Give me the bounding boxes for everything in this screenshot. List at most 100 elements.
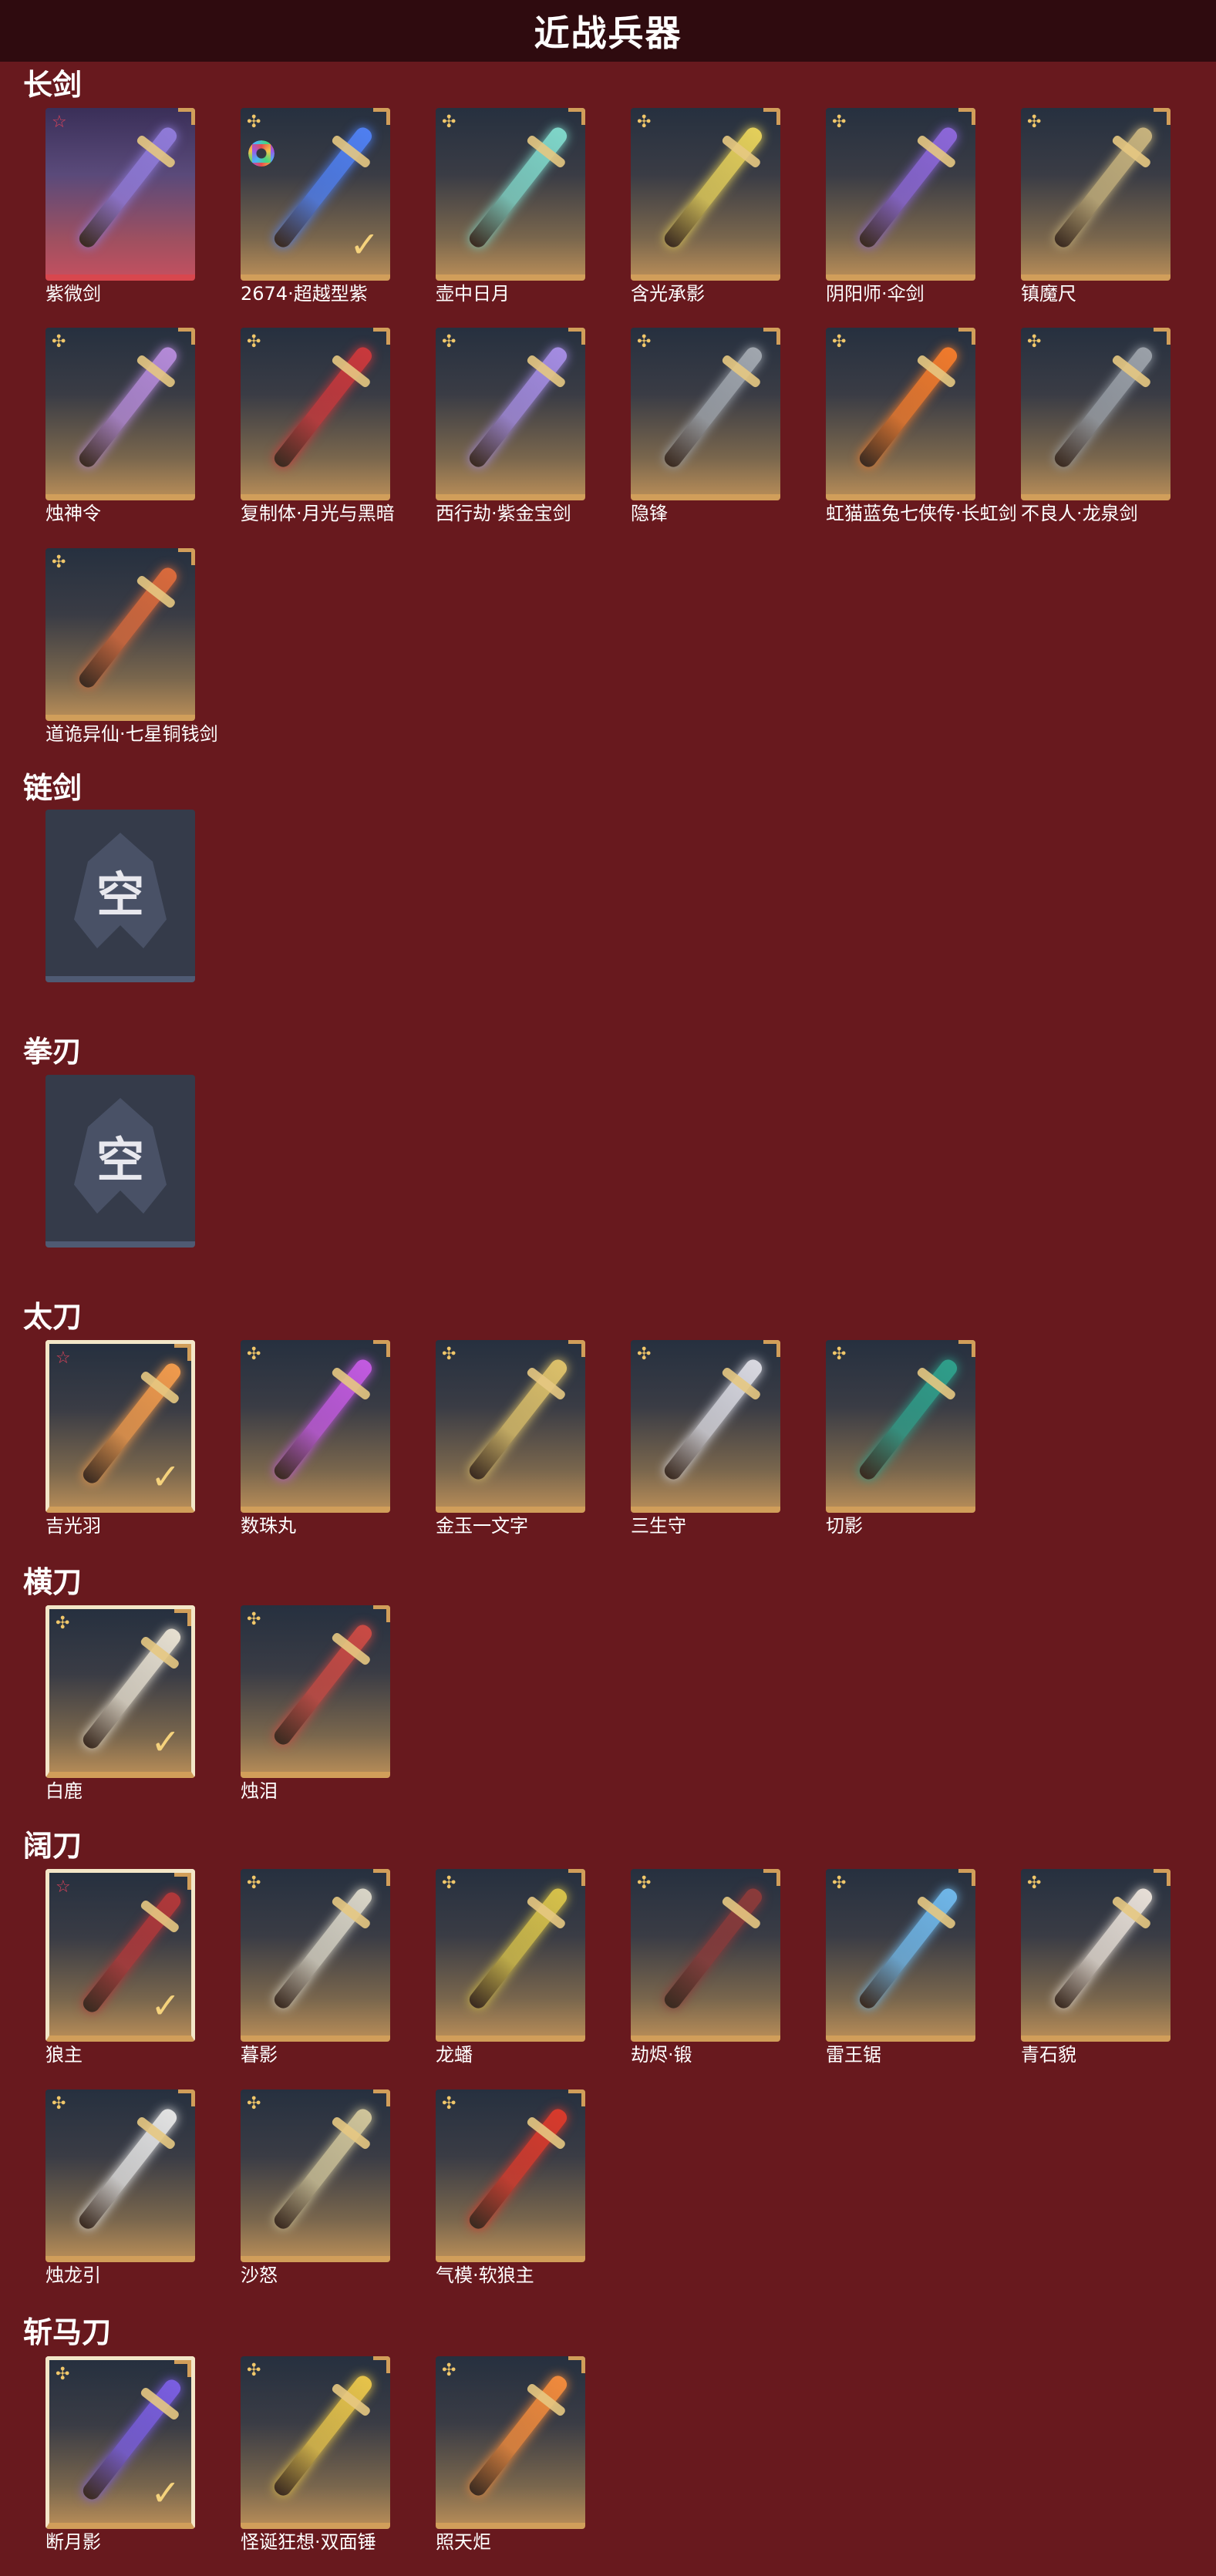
weapon-card[interactable]: ✣ 三生守 (631, 1340, 780, 1537)
weapon-card[interactable]: ✣ ✓ 2674·超越型紫 (241, 108, 390, 305)
petal-badge-icon: ✣ (247, 1345, 261, 1364)
weapon-name: 白鹿 (45, 1780, 83, 1802)
corner-bracket-icon (178, 328, 195, 345)
weapon-name: 沙怒 (241, 2265, 278, 2286)
weapon-card[interactable]: ✣ 虹猫蓝兔七侠传·长虹剑 (826, 328, 1017, 524)
weapon-icon (661, 344, 766, 470)
weapon-name: 紫微剑 (45, 283, 101, 305)
weapon-icon (76, 124, 180, 251)
weapon-thumbnail: 空 (45, 810, 195, 982)
weapon-icon (661, 1356, 766, 1483)
weapon-name: 2674·超越型紫 (241, 283, 368, 305)
weapon-icon (661, 1885, 766, 2012)
petal-badge-icon: ✣ (832, 113, 847, 132)
equipped-check-icon: ✓ (349, 224, 379, 265)
weapon-card[interactable]: ✣ 怪诞狂想·双面锤 (241, 2356, 390, 2553)
corner-bracket-icon (174, 2360, 191, 2377)
petal-badge-icon: ✣ (442, 2094, 456, 2113)
corner-bracket-icon (763, 1340, 780, 1357)
weapon-icon (76, 2106, 180, 2232)
weapon-card[interactable]: ✣ 雷王锯 (826, 1869, 975, 2066)
weapon-card[interactable]: ✣ 气模·软狼主 (436, 2089, 585, 2286)
weapon-thumbnail: ✣ (1021, 328, 1171, 500)
weapon-thumbnail: ✣ (241, 2089, 390, 2262)
weapon-name: 吉光羽 (45, 1515, 101, 1537)
weapon-card[interactable]: ✣ 数珠丸 (241, 1340, 390, 1537)
corner-bracket-icon (568, 2089, 585, 2106)
weapon-name: 雷王锯 (826, 2044, 881, 2066)
empty-slot[interactable]: 空 (45, 1075, 195, 1248)
petal-badge-icon: ✣ (1027, 1874, 1042, 1893)
weapon-card[interactable]: ✣ 沙怒 (241, 2089, 390, 2286)
weapon-name: 含光承影 (631, 283, 705, 305)
weapon-card[interactable]: ✣ 照天炬 (436, 2356, 585, 2553)
corner-bracket-icon (1154, 328, 1171, 345)
weapon-thumbnail: ✣ (631, 328, 780, 500)
weapon-thumbnail: ✣ (436, 108, 585, 281)
weapon-thumbnail: ✣ (631, 108, 780, 281)
weapon-card[interactable]: ✣ 镇魔尺 (1021, 108, 1171, 305)
corner-bracket-icon (763, 108, 780, 125)
weapon-card[interactable]: ✣ 烛龙引 (45, 2089, 195, 2286)
weapon-thumbnail: ✣ (241, 328, 390, 500)
weapon-name: 不良人·龙泉剑 (1021, 503, 1138, 524)
weapon-name: 烛泪 (241, 1780, 278, 1802)
weapon-thumbnail: ✣ (241, 2356, 390, 2529)
petal-badge-icon: ✣ (247, 1610, 261, 1629)
weapon-card[interactable]: ✣ ✓ 白鹿 (45, 1605, 195, 1802)
weapon-card[interactable]: ✣ 复制体·月光与黑暗 (241, 328, 395, 524)
weapon-card[interactable]: ✣ 龙蟠 (436, 1869, 585, 2066)
weapon-card[interactable]: ✣ 不良人·龙泉剑 (1021, 328, 1171, 524)
empty-label: 空 (96, 867, 144, 923)
corner-bracket-icon (958, 108, 975, 125)
weapon-card[interactable]: ✣ 切影 (826, 1340, 975, 1537)
weapon-card[interactable]: ✣ 烛泪 (241, 1605, 390, 1802)
petal-badge-icon: ✣ (637, 113, 652, 132)
weapon-thumbnail: ✣ (631, 1869, 780, 2042)
weapon-card[interactable]: ☆ ✓ 吉光羽 (45, 1340, 195, 1537)
weapon-thumbnail: ✣ (1021, 1869, 1171, 2042)
page-title: 近战兵器 (534, 12, 682, 54)
corner-bracket-icon (174, 1609, 191, 1626)
weapon-card[interactable]: ✣ 壶中日月 (436, 108, 585, 305)
weapon-name: 怪诞狂想·双面锤 (241, 2531, 376, 2553)
weapon-card[interactable]: ✣ 含光承影 (631, 108, 780, 305)
weapon-icon (856, 1356, 961, 1483)
section-title: 斩马刀 (23, 2315, 112, 2349)
weapon-card[interactable]: ✣ 烛神令 (45, 328, 195, 524)
section-title: 链剑 (23, 771, 83, 805)
petal-badge-icon: ✣ (442, 2361, 456, 2380)
weapon-icon (466, 124, 571, 251)
weapon-card[interactable]: ✣ 西行劫·紫金宝剑 (436, 328, 585, 524)
weapon-name: 阴阳师·伞剑 (826, 283, 925, 305)
weapon-icon (1051, 1885, 1156, 2012)
corner-bracket-icon (373, 1869, 390, 1886)
weapon-card[interactable]: ✣ ✓ 断月影 (45, 2356, 195, 2553)
corner-bracket-icon (568, 1340, 585, 1357)
weapon-card[interactable]: ✣ 青石貌 (1021, 1869, 1171, 2066)
weapon-name: 狼主 (45, 2044, 83, 2066)
petal-badge-icon: ✣ (1027, 113, 1042, 132)
weapon-card[interactable]: ☆ 紫微剑 (45, 108, 195, 305)
weapon-thumbnail: ☆ ✓ (45, 1340, 195, 1513)
weapon-thumbnail: ✣ (1021, 108, 1171, 281)
empty-slot[interactable]: 空 (45, 810, 195, 982)
petal-badge-icon: ✣ (1027, 332, 1042, 352)
weapon-thumbnail: ☆ ✓ (45, 1869, 195, 2042)
weapon-card[interactable]: ✣ 道诡异仙·七星铜钱剑 (45, 548, 218, 745)
corner-bracket-icon (174, 1873, 191, 1890)
weapon-name: 复制体·月光与黑暗 (241, 503, 395, 524)
petal-badge-icon: ✣ (832, 332, 847, 352)
weapon-icon (856, 124, 961, 251)
weapon-card[interactable]: ✣ 隐锋 (631, 328, 780, 524)
weapon-card[interactable]: ✣ 暮影 (241, 1869, 390, 2066)
section-title: 横刀 (23, 1565, 83, 1599)
equipped-check-icon: ✓ (150, 1985, 180, 2026)
weapon-card[interactable]: ✣ 阴阳师·伞剑 (826, 108, 975, 305)
weapon-card[interactable]: ☆ ✓ 狼主 (45, 1869, 195, 2066)
weapon-name: 虹猫蓝兔七侠传·长虹剑 (826, 503, 1017, 524)
corner-bracket-icon (174, 1344, 191, 1361)
weapon-card[interactable]: ✣ 金玉一文字 (436, 1340, 585, 1537)
weapon-name: 数珠丸 (241, 1515, 296, 1537)
weapon-card[interactable]: ✣ 劫烬·锻 (631, 1869, 780, 2066)
